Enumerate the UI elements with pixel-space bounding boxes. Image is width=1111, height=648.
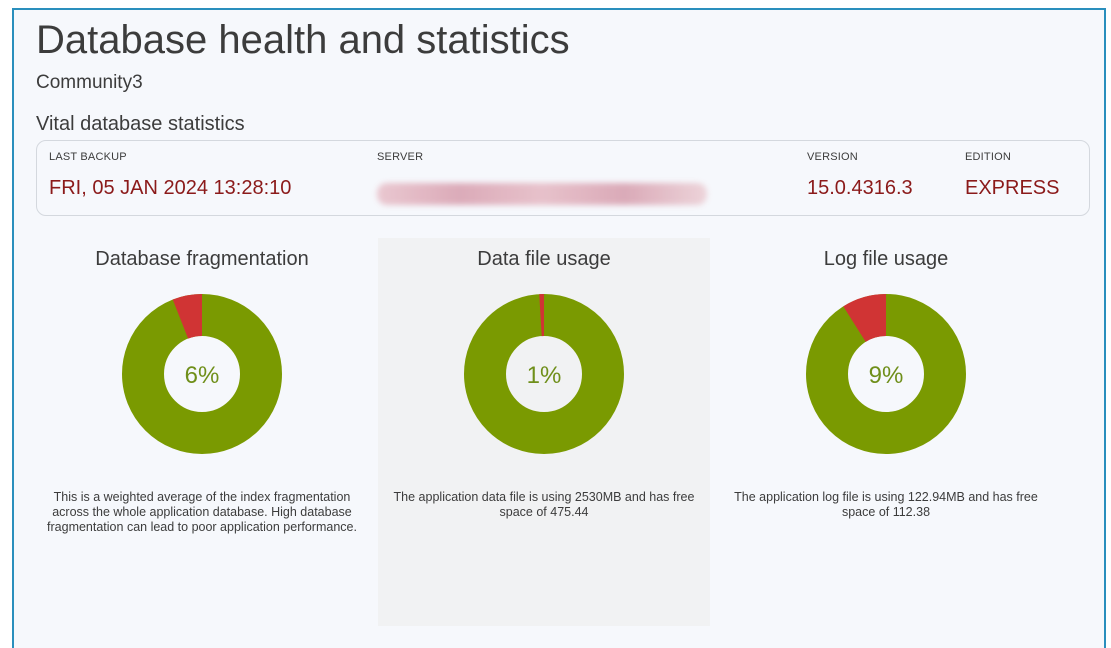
last-backup-label: LAST BACKUP <box>49 151 127 163</box>
fragmentation-card: Database fragmentation 6% This is a weig… <box>36 238 368 626</box>
version-value: 15.0.4316.3 <box>807 177 913 199</box>
fragmentation-title: Database fragmentation <box>95 248 309 270</box>
vital-stats-card: LAST BACKUP FRI, 05 JAN 2024 13:28:10 SE… <box>36 140 1090 216</box>
fragmentation-donut-chart: 6% <box>122 294 282 454</box>
log-file-title: Log file usage <box>823 248 949 270</box>
last-backup-value: FRI, 05 JAN 2024 13:28:10 <box>49 177 292 199</box>
edition-value: EXPRESS <box>965 177 1060 199</box>
page-title: Database health and statistics <box>36 18 570 62</box>
stat-server: SERVER <box>377 151 707 205</box>
vital-stats-heading: Vital database statistics <box>36 113 245 135</box>
database-name: Community3 <box>36 72 143 93</box>
log-file-card: Log file usage 9% The application log fi… <box>720 238 1052 626</box>
data-file-card: Data file usage 1% The application data … <box>378 238 710 626</box>
data-file-donut-chart: 1% <box>464 294 624 454</box>
data-file-title: Data file usage <box>477 248 611 270</box>
edition-label: EDITION <box>965 151 1012 163</box>
database-health-panel: Database health and statistics Community… <box>12 8 1106 648</box>
stat-last-backup: LAST BACKUP FRI, 05 JAN 2024 13:28:10 <box>49 151 291 200</box>
log-file-description: The application log file is using 122.94… <box>734 490 1038 519</box>
stat-edition: EDITION EXPRESS <box>965 151 1059 200</box>
data-file-percent-label: 1% <box>527 362 562 389</box>
log-file-percent-label: 9% <box>869 362 904 389</box>
fragmentation-description: This is a weighted average of the index … <box>47 490 357 534</box>
log-file-donut-chart: 9% <box>806 294 966 454</box>
version-label: VERSION <box>807 151 858 163</box>
server-value-redacted <box>377 183 707 205</box>
stat-version: VERSION 15.0.4316.3 <box>807 151 913 200</box>
server-label: SERVER <box>377 151 424 163</box>
data-file-description: The application data file is using 2530M… <box>393 490 695 519</box>
fragmentation-percent-label: 6% <box>185 362 220 389</box>
